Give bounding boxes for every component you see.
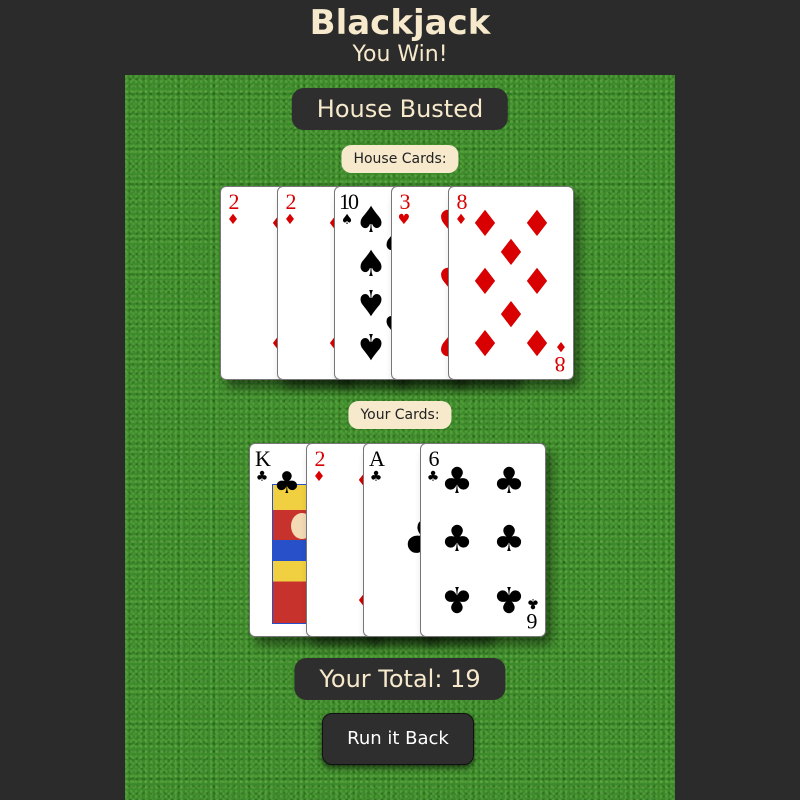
player-total: Your Total: 19: [294, 658, 506, 700]
spade-icon: ♠: [354, 325, 388, 366]
diamond-icon: ♦: [554, 338, 568, 354]
club-icon: ♣: [273, 466, 301, 501]
result-subtitle: You Win!: [352, 42, 448, 67]
card-corner-index: 8 ♦: [553, 338, 569, 377]
club-icon: ♣: [440, 461, 474, 502]
club-icon: ♣: [526, 595, 540, 611]
card-rank: 6: [528, 609, 538, 634]
club-icon: ♣: [492, 578, 526, 619]
club-icon: ♣: [492, 461, 526, 502]
diamond-icon: ♦: [520, 321, 554, 362]
diamond-icon: ♦: [312, 469, 326, 485]
club-icon: ♣: [492, 519, 526, 560]
diamond-icon: ♦: [283, 212, 297, 228]
status-banner: House Busted: [291, 88, 509, 130]
diamond-icon: ♦: [226, 212, 240, 228]
card-corner-index: 6 ♣: [525, 595, 541, 634]
run-it-back-button[interactable]: Run it Back: [322, 713, 474, 765]
card-rank: K: [255, 446, 271, 471]
card-corner-index: 2♦: [225, 189, 241, 228]
card-rank: 2: [285, 189, 297, 214]
playing-card-6-of-clubs: 6 ♣ 6 ♣ ♣ ♣ ♣ ♣ ♣ ♣: [420, 443, 546, 637]
house-hand: 2♦2♦♦♦2♦2♦♦♦10♠10♠♠♠♠♠♠♠♠♠♠♠3♥3♥♥♥♥8♦8♦♦…: [125, 186, 675, 386]
club-icon: ♣: [440, 519, 474, 560]
player-hand: K♣K♣♣2♦2♦♦♦A♣A♣♣6♣6♣♣♣♣♣♣♣: [125, 443, 675, 643]
playing-card-8-of-diamonds: 8 ♦ 8 ♦ ♦ ♦ ♦ ♦ ♦ ♦ ♦ ♦: [448, 186, 574, 380]
card-corner-index: 3♥: [396, 189, 412, 228]
card-rank: 2: [314, 446, 326, 471]
card-corner-index: 2♦: [282, 189, 298, 228]
heart-icon: ♥: [397, 212, 411, 228]
card-rank: A: [369, 446, 385, 471]
diamond-icon: ♦: [468, 321, 502, 362]
spade-icon: ♠: [354, 244, 388, 285]
card-corner-index: K♣: [254, 446, 271, 485]
card-rank: 3: [399, 189, 411, 214]
card-corner-index: 2♦: [311, 446, 327, 485]
club-icon: ♣: [440, 578, 474, 619]
page-title: Blackjack: [309, 3, 491, 43]
card-rank: 2: [228, 189, 240, 214]
card-rank: 8: [556, 352, 566, 377]
card-corner-index: A♣: [368, 446, 385, 485]
player-cards-label: Your Cards:: [348, 401, 452, 429]
house-cards-label: House Cards:: [341, 145, 459, 173]
club-icon: ♣: [255, 469, 269, 485]
club-icon: ♣: [369, 469, 383, 485]
card-table: House Busted House Cards: 2♦2♦♦♦2♦2♦♦♦10…: [125, 75, 675, 800]
